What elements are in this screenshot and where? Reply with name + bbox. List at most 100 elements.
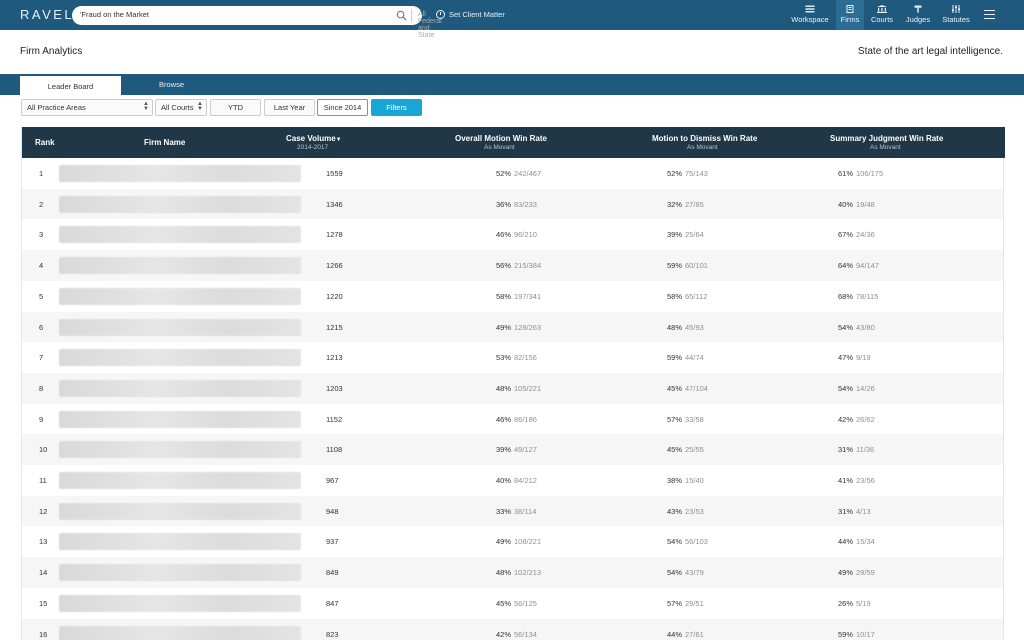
table-row[interactable]: 11 967 40% 84/212 38% 15/40 41% 23/56 bbox=[22, 465, 1003, 496]
overall-frac: 96/210 bbox=[514, 230, 537, 240]
overall-frac: 56/134 bbox=[514, 629, 537, 639]
hamburger-menu-icon[interactable] bbox=[984, 10, 995, 19]
sj-frac: 78/115 bbox=[856, 291, 879, 301]
ravel-logo[interactable]: RAVEL bbox=[20, 7, 74, 22]
practice-area-select[interactable]: All Practice Areas ▲ ▼ bbox=[21, 99, 153, 116]
col-rank[interactable]: Rank bbox=[35, 138, 55, 147]
table-row[interactable]: 9 1152 46% 86/186 57% 33/58 42% 26/62 bbox=[22, 404, 1003, 435]
case-volume-cell: 1559 bbox=[326, 169, 343, 178]
firm-name-redacted[interactable] bbox=[59, 287, 301, 305]
sj-pct: 31% bbox=[838, 506, 854, 516]
overall-pct: 52% bbox=[496, 169, 512, 178]
tab-browse[interactable]: Browse bbox=[121, 74, 222, 95]
col-case-volume[interactable]: Case Volume▼ bbox=[286, 134, 342, 143]
courts-select[interactable]: All Courts ▲ ▼ bbox=[155, 99, 207, 116]
nav-judges[interactable]: Judges bbox=[902, 0, 934, 30]
firm-name-redacted[interactable] bbox=[59, 195, 301, 213]
table-row[interactable]: 12 948 33% 38/114 43% 23/53 31% 4/13 bbox=[22, 495, 1003, 527]
rank-cell: 12 bbox=[39, 506, 48, 516]
gavel-icon bbox=[914, 5, 922, 13]
firm-name-redacted[interactable] bbox=[59, 625, 301, 640]
table-row[interactable]: 5 1220 58% 197/341 58% 65/112 68% 78/115 bbox=[22, 281, 1003, 312]
firm-name-redacted[interactable] bbox=[59, 472, 301, 489]
overall-win-rate-cell: 48% 102/213 bbox=[496, 568, 541, 577]
firm-name-redacted[interactable] bbox=[59, 226, 301, 244]
mtd-win-rate-cell: 39% 25/64 bbox=[667, 230, 704, 239]
nav-courts[interactable]: Courts bbox=[866, 0, 898, 30]
sj-pct: 31% bbox=[838, 445, 854, 455]
tab-leader-board[interactable]: Leader Board bbox=[20, 74, 121, 95]
search-input[interactable]: 'Fraud on the Market bbox=[80, 10, 149, 19]
mtd-win-rate-cell: 48% 45/93 bbox=[667, 323, 704, 332]
mtd-pct: 32% bbox=[667, 199, 683, 209]
select-arrows-icon: ▲ ▼ bbox=[197, 101, 203, 112]
table-row[interactable]: 10 1108 39% 49/127 45% 25/55 31% 11/36 bbox=[22, 434, 1003, 465]
set-client-matter-button[interactable]: Set Client Matter bbox=[436, 10, 505, 19]
sj-frac: 26/62 bbox=[856, 414, 875, 424]
last-year-button[interactable]: Last Year bbox=[264, 99, 315, 116]
nav-firms[interactable]: Firms bbox=[836, 0, 864, 30]
rank-cell: 4 bbox=[39, 261, 44, 271]
ytd-button[interactable]: YTD bbox=[210, 99, 261, 116]
table-row[interactable]: 14 849 48% 102/213 54% 43/79 49% 29/59 bbox=[22, 557, 1003, 588]
case-volume-cell: 948 bbox=[326, 506, 339, 516]
col-overall-win-rate[interactable]: Overall Motion Win Rate bbox=[455, 134, 547, 143]
table-row[interactable]: 13 937 49% 108/221 54% 56/103 44% 15/34 bbox=[22, 526, 1003, 557]
since-2014-button[interactable]: Since 2014 bbox=[317, 99, 368, 116]
table-row[interactable]: 1 1559 52% 242/467 52% 75/143 61% 106/175 bbox=[22, 158, 1003, 189]
firm-name-redacted[interactable] bbox=[59, 379, 301, 397]
tab-bar: Leader Board Browse bbox=[0, 74, 1024, 95]
mtd-frac: 65/112 bbox=[685, 291, 708, 301]
search-icon[interactable] bbox=[396, 10, 407, 21]
firm-name-redacted[interactable] bbox=[59, 502, 301, 520]
col-firm-name[interactable]: Firm Name bbox=[144, 138, 185, 147]
col-mtd-win-rate[interactable]: Motion to Dismiss Win Rate bbox=[652, 134, 757, 143]
firm-name-redacted[interactable] bbox=[59, 318, 301, 336]
sj-win-rate-cell: 44% 15/34 bbox=[838, 537, 875, 546]
mtd-win-rate-cell: 38% 15/40 bbox=[667, 476, 704, 485]
firm-name-redacted[interactable] bbox=[59, 594, 301, 612]
case-volume-cell: 849 bbox=[326, 568, 339, 578]
firm-name-redacted[interactable] bbox=[59, 410, 301, 428]
table-row[interactable]: 15 847 45% 56/125 57% 29/51 26% 5/19 bbox=[22, 588, 1003, 619]
sj-frac: 43/80 bbox=[856, 322, 875, 332]
sj-pct: 44% bbox=[838, 537, 854, 547]
overall-pct: 33% bbox=[496, 506, 512, 516]
sj-win-rate-cell: 68% 78/115 bbox=[838, 292, 878, 301]
col-sj-win-rate[interactable]: Summary Judgment Win Rate bbox=[830, 134, 943, 143]
table-row[interactable]: 3 1278 46% 96/210 39% 25/64 67% 24/36 bbox=[22, 219, 1003, 250]
case-volume-cell: 1220 bbox=[326, 291, 343, 301]
mtd-pct: 59% bbox=[667, 261, 683, 271]
sj-pct: 54% bbox=[838, 383, 854, 393]
practice-area-value: All Practice Areas bbox=[27, 103, 86, 112]
table-row[interactable]: 16 823 42% 56/134 44% 27/61 59% 10/17 bbox=[22, 618, 1003, 640]
table-row[interactable]: 4 1266 56% 215/384 59% 60/101 64% 94/147 bbox=[22, 250, 1003, 281]
mtd-pct: 57% bbox=[667, 414, 683, 424]
table-row[interactable]: 2 1346 36% 83/233 32% 27/85 40% 19/48 bbox=[22, 188, 1003, 220]
mtd-pct: 43% bbox=[667, 506, 683, 516]
firm-name-redacted[interactable] bbox=[59, 533, 301, 551]
firm-name-redacted[interactable] bbox=[59, 349, 301, 367]
firm-name-redacted[interactable] bbox=[59, 564, 301, 582]
firm-name-redacted[interactable] bbox=[59, 441, 301, 459]
filters-button[interactable]: Filters bbox=[371, 99, 422, 116]
sj-pct: 67% bbox=[838, 230, 854, 240]
table-header: Rank Firm Name Case Volume▼ 2014-2017 Ov… bbox=[22, 127, 1005, 158]
rank-cell: 11 bbox=[39, 476, 47, 485]
search-bar[interactable]: 'Fraud on the Market All Federal and Sta… bbox=[72, 6, 442, 39]
sj-win-rate-cell: 54% 14/26 bbox=[838, 384, 875, 393]
firm-name-redacted[interactable] bbox=[59, 257, 301, 275]
overall-win-rate-cell: 56% 215/384 bbox=[496, 261, 541, 270]
rank-cell: 1 bbox=[39, 169, 44, 178]
nav-statutes-label: Statutes bbox=[942, 15, 970, 24]
overall-win-rate-cell: 36% 83/233 bbox=[496, 200, 537, 209]
table-row[interactable]: 8 1203 48% 105/221 45% 47/104 54% 14/26 bbox=[22, 372, 1003, 404]
nav-statutes[interactable]: Statutes bbox=[938, 0, 974, 30]
nav-workspace[interactable]: Workspace bbox=[786, 0, 834, 30]
mtd-pct: 57% bbox=[667, 598, 683, 608]
table-row[interactable]: 6 1215 49% 128/263 48% 45/93 54% 43/80 bbox=[22, 311, 1003, 343]
table-row[interactable]: 7 1213 53% 82/156 59% 44/74 47% 9/19 bbox=[22, 342, 1003, 373]
firm-name-redacted[interactable] bbox=[59, 165, 301, 182]
sj-frac: 23/56 bbox=[856, 476, 875, 485]
overall-frac: 56/125 bbox=[514, 598, 537, 608]
